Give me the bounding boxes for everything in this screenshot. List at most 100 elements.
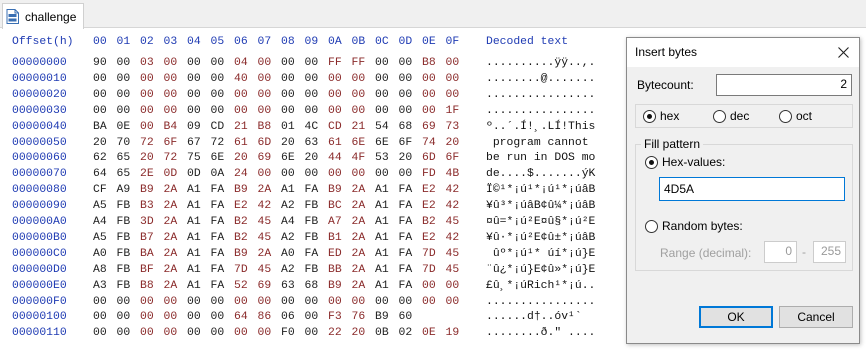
byte-cell[interactable]: 4B [446,168,460,180]
byte-cell[interactable]: B8 [422,57,436,69]
byte-cell[interactable]: 75 [187,152,201,164]
byte-cell[interactable]: B4 [164,121,178,133]
byte-cell[interactable]: 20 [399,152,413,164]
byte-cell[interactable]: 00 [93,73,107,85]
decoded-text[interactable]: ¤û=*¡ú²E¤û§*¡ú²E [486,216,595,228]
byte-cell[interactable]: 53 [375,152,389,164]
byte-cell[interactable]: A1 [187,200,201,212]
byte-cell[interactable]: 64 [93,168,107,180]
byte-cell[interactable]: 00 [375,57,389,69]
byte-cell[interactable]: 2A [164,248,178,260]
byte-cell[interactable]: 00 [422,280,436,292]
byte-cell[interactable]: 00 [352,168,366,180]
byte-cell[interactable]: 00 [281,89,295,101]
byte-cell[interactable]: FA [399,216,413,228]
byte-cell[interactable]: A1 [187,248,201,260]
byte-cell[interactable]: BA [93,121,107,133]
byte-cell[interactable]: FB [305,232,319,244]
byte-cell[interactable]: 2A [352,280,366,292]
byte-cell[interactable]: 0B [375,327,389,339]
byte-cell[interactable]: CF [93,184,107,196]
byte-cell[interactable]: 00 [422,105,436,117]
byte-cell[interactable]: FA [399,280,413,292]
byte-cell[interactable]: FA [305,248,319,260]
byte-cell[interactable]: 76 [352,311,366,323]
byte-cell[interactable]: B2 [234,216,248,228]
byte-cell[interactable]: 00 [187,89,201,101]
byte-cell[interactable]: 60 [399,311,413,323]
byte-cell[interactable]: 00 [234,296,248,308]
byte-cell[interactable]: 00 [399,105,413,117]
byte-cell[interactable]: 00 [164,57,178,69]
byte-cell[interactable]: 00 [281,296,295,308]
byte-cell[interactable]: 21 [234,121,248,133]
cancel-button[interactable]: Cancel [779,306,853,328]
byte-cell[interactable]: 00 [93,296,107,308]
byte-cell[interactable]: A1 [375,232,389,244]
byte-cell[interactable]: 2A [164,184,178,196]
byte-cell[interactable]: 2E [140,168,154,180]
byte-cell[interactable]: 6E [375,137,389,149]
byte-cell[interactable]: FA [399,248,413,260]
byte-cell[interactable]: B9 [328,184,342,196]
byte-cell[interactable]: 73 [446,121,460,133]
byte-cell[interactable]: 06 [281,311,295,323]
byte-cell[interactable]: 20 [446,137,460,149]
byte-cell[interactable]: 00 [305,311,319,323]
byte-cell[interactable]: A2 [281,264,295,276]
byte-cell[interactable]: E2 [422,232,436,244]
byte-cell[interactable]: 00 [211,327,225,339]
byte-cell[interactable]: 54 [375,121,389,133]
byte-cell[interactable]: 86 [258,311,272,323]
byte-cell[interactable]: FB [305,216,319,228]
byte-cell[interactable]: 00 [140,311,154,323]
byte-cell[interactable]: 00 [187,296,201,308]
byte-cell[interactable]: 6E [352,137,366,149]
byte-cell[interactable]: 42 [258,200,272,212]
byte-cell[interactable]: A1 [375,184,389,196]
byte-cell[interactable]: FA [399,264,413,276]
byte-cell[interactable]: 00 [399,89,413,101]
byte-cell[interactable]: 00 [305,73,319,85]
bytecount-field[interactable]: 2 [716,74,852,96]
byte-cell[interactable]: 00 [164,89,178,101]
byte-cell[interactable]: 00 [211,73,225,85]
byte-cell[interactable]: 00 [328,105,342,117]
byte-cell[interactable]: 00 [164,327,178,339]
byte-cell[interactable]: CD [211,121,225,133]
byte-cell[interactable]: 00 [281,105,295,117]
byte-cell[interactable]: A1 [375,216,389,228]
byte-cell[interactable]: 69 [422,121,436,133]
byte-cell[interactable]: FB [305,264,319,276]
byte-cell[interactable]: A7 [328,216,342,228]
byte-cell[interactable]: 00 [117,327,131,339]
byte-cell[interactable]: 00 [234,327,248,339]
byte-cell[interactable]: 00 [375,168,389,180]
byte-cell[interactable]: 00 [187,327,201,339]
byte-cell[interactable]: A2 [281,200,295,212]
byte-cell[interactable]: 45 [446,264,460,276]
byte-cell[interactable]: BB [328,264,342,276]
byte-cell[interactable]: 44 [328,152,342,164]
byte-cell[interactable]: 72 [140,137,154,149]
byte-cell[interactable]: 00 [93,89,107,101]
byte-cell[interactable]: 2A [164,200,178,212]
byte-cell[interactable]: 00 [117,311,131,323]
byte-cell[interactable]: FB [117,248,131,260]
byte-cell[interactable]: 2A [164,280,178,292]
byte-cell[interactable]: 00 [211,57,225,69]
byte-cell[interactable]: 6F [446,152,460,164]
byte-cell[interactable]: 4F [352,152,366,164]
byte-cell[interactable]: FB [117,216,131,228]
byte-cell[interactable]: 62 [93,152,107,164]
byte-cell[interactable]: 0E [422,327,436,339]
byte-cell[interactable]: 0A [211,168,225,180]
byte-cell[interactable]: 00 [258,327,272,339]
byte-cell[interactable]: B9 [375,311,389,323]
byte-cell[interactable]: F3 [328,311,342,323]
byte-cell[interactable]: 2A [352,264,366,276]
byte-cell[interactable]: 7D [422,248,436,260]
byte-cell[interactable]: A1 [375,248,389,260]
byte-cell[interactable]: A2 [281,232,295,244]
decoded-text[interactable]: ¨û¿*¡ú}E¢û»*¡ú}E [486,264,595,276]
